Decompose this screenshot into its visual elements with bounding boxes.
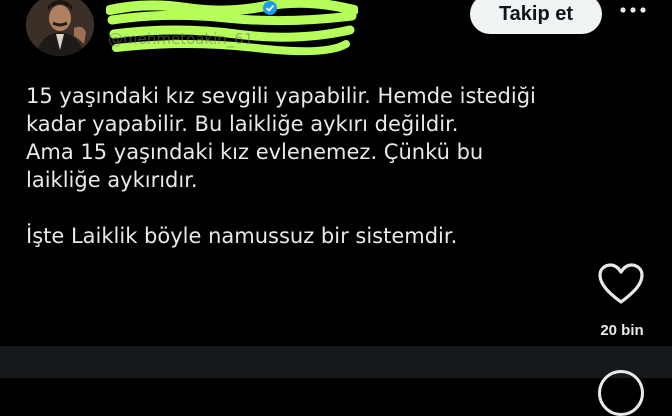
heart-outline-icon[interactable] (596, 262, 646, 306)
tweet-line: kadar yapabilir. Bu laikliğe aykırı deği… (26, 112, 459, 136)
user-handle[interactable]: @mehmetoakin_61 (108, 30, 253, 48)
more-horizontal-icon[interactable] (618, 2, 648, 18)
avatar-photo (26, 0, 94, 56)
tweet-line: İşte Laiklik böyle namussuz bir sistemdi… (26, 224, 458, 248)
verified-badge-icon (263, 1, 277, 15)
bottom-action-circle-icon[interactable] (598, 370, 644, 416)
bottom-toolbar (0, 346, 672, 378)
tweet-line: 15 yaşındaki kız sevgili yapabilir. Hemd… (26, 84, 536, 108)
avatar[interactable] (26, 0, 94, 56)
tweet-line: laikliğe aykırıdır. (26, 168, 198, 192)
like-count: 20 bin (600, 322, 644, 339)
tweet-text: 15 yaşındaki kız sevgili yapabilir. Hemd… (26, 82, 586, 250)
follow-button[interactable]: Takip et (470, 0, 602, 34)
tweet-line: Ama 15 yaşındaki kız evlenemez. Çünkü bu (26, 140, 484, 164)
